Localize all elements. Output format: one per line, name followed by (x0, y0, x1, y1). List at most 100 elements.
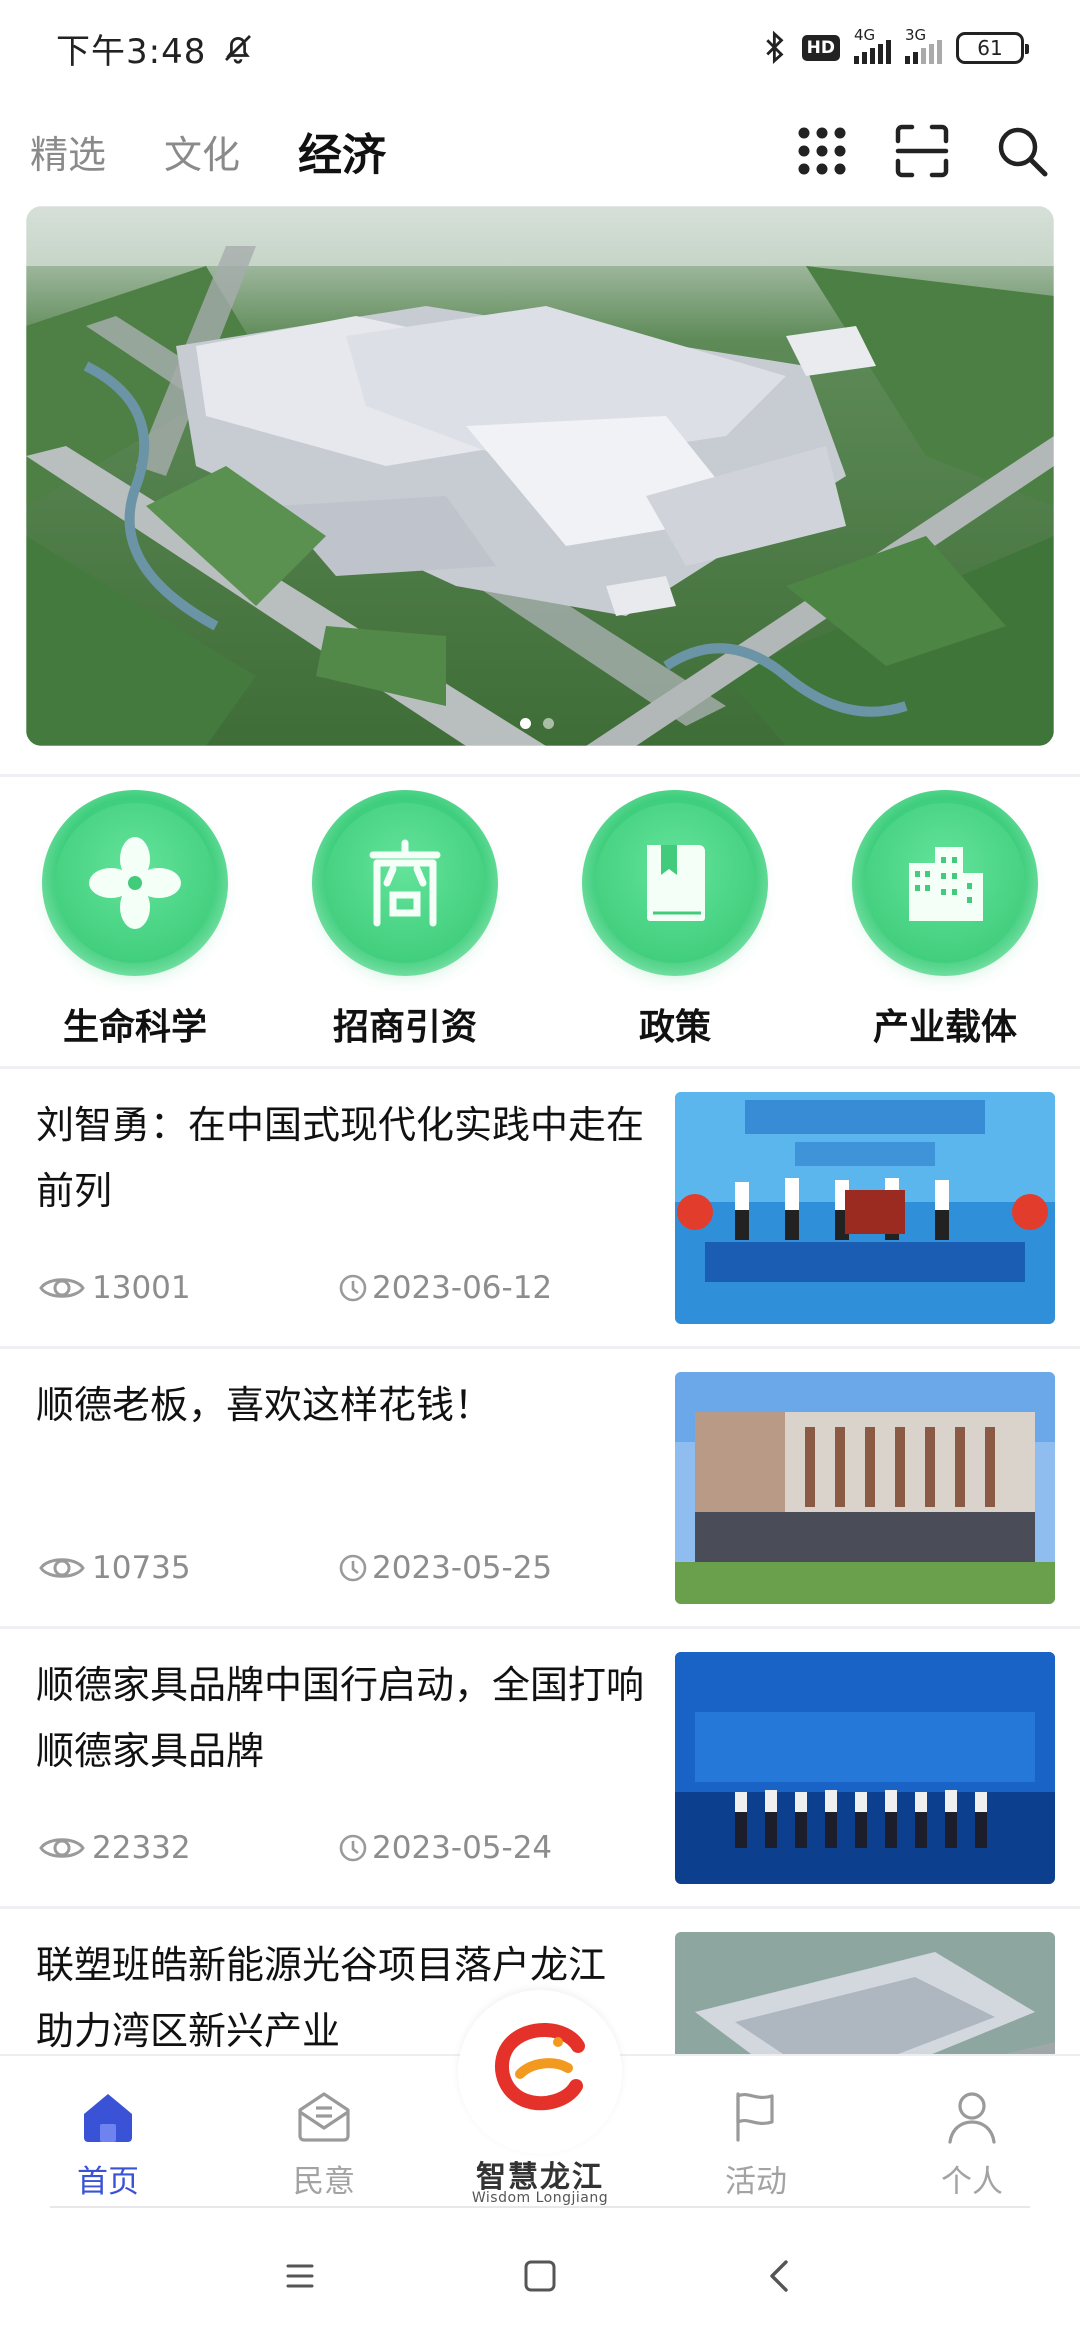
section-divider (0, 1906, 1080, 1909)
news-item[interactable]: 刘智勇：在中国式现代化实践中走在前列 13001 2023-06-12 (0, 1070, 1080, 1346)
carousel-dot[interactable] (520, 718, 531, 729)
news-title: 刘智勇：在中国式现代化实践中走在前列 (36, 1103, 645, 1213)
section-divider (0, 1626, 1080, 1629)
scan-icon[interactable] (894, 123, 950, 179)
category-icon-bg (582, 790, 768, 976)
category-label: 政策 (638, 1007, 711, 1048)
apps-grid-icon[interactable] (794, 123, 850, 179)
category-investment[interactable]: 招商引资 (270, 790, 540, 1062)
eye-icon (39, 1558, 85, 1578)
category-industrial-carrier[interactable]: 产业载体 (810, 790, 1080, 1062)
nav-opinion-label: 民意 (293, 2164, 355, 2200)
flag-icon (736, 2092, 774, 2142)
news-title: 顺德老板，喜欢这样花钱！ (36, 1383, 493, 1427)
carousel-indicators (520, 718, 554, 729)
longjiang-logo-icon (495, 2023, 585, 2111)
nav-profile[interactable]: 个人 (864, 2056, 1080, 2210)
status-bar: 下午3:48 HD 4G 3G 61 (0, 0, 1080, 96)
category-label: 产业载体 (872, 1007, 1017, 1048)
back-chevron-icon (770, 2260, 788, 2292)
system-menu-button[interactable] (180, 2254, 420, 2298)
person-icon (948, 2092, 996, 2144)
home-icon (84, 2094, 132, 2142)
center-brand-subtitle: Wisdom Longjiang (471, 2190, 609, 2206)
category-icon-bg (312, 790, 498, 976)
bottom-nav-divider (50, 2206, 1030, 2208)
banner-image (26, 206, 1054, 746)
publish-date: 2023-05-25 (338, 1550, 552, 1586)
tab-economy[interactable]: 经济 (298, 119, 386, 183)
view-count: 10735 (38, 1550, 338, 1586)
top-nav: 精选 文化 经济 (0, 96, 1080, 206)
hd-badge: HD (801, 35, 840, 61)
view-count-value: 13001 (92, 1270, 191, 1306)
category-label: 生命科学 (62, 1007, 207, 1048)
news-meta: 10735 2023-05-25 (38, 1550, 552, 1586)
bluetooth-icon (765, 30, 784, 65)
section-divider (0, 774, 1080, 777)
system-home-button[interactable] (420, 2254, 660, 2298)
mute-bell-icon (225, 35, 252, 64)
signal-4g-icon: 4G (854, 26, 891, 64)
system-nav-bar (0, 2212, 1080, 2340)
nav-home[interactable]: 首页 (0, 2056, 216, 2210)
status-indicators: HD 4G 3G 61 (762, 26, 1029, 66)
signal-3g-icon: 3G (905, 26, 942, 64)
news-item[interactable]: 顺德家具品牌中国行启动，全国打响顺德家具品牌 22332 2023-05-24 (0, 1630, 1080, 1906)
shang-character-icon (369, 839, 441, 927)
eye-icon (39, 1838, 85, 1858)
battery-icon: 61 (956, 32, 1029, 64)
view-count-value: 10735 (92, 1550, 191, 1586)
category-label: 招商引资 (332, 1007, 477, 1048)
nav-profile-label: 个人 (941, 2164, 1003, 2200)
news-item[interactable]: 顺德老板，喜欢这样花钱！ 10735 2023-05-25 (0, 1350, 1080, 1626)
news-title: 顺德家具品牌中国行启动，全国打响顺德家具品牌 (36, 1663, 645, 1773)
publish-date: 2023-05-24 (338, 1830, 552, 1866)
category-grid: 生命科学 招商引资 政策 产业载体 (0, 790, 1080, 1062)
nav-opinion[interactable]: 民意 (216, 2056, 432, 2210)
news-meta: 13001 2023-06-12 (38, 1270, 552, 1306)
publish-date-value: 2023-05-25 (372, 1550, 553, 1586)
clock-icon (339, 1274, 367, 1302)
network-type-label: 4G (854, 26, 876, 44)
news-thumbnail (675, 1932, 1055, 2054)
section-divider (0, 1346, 1080, 1349)
search-icon[interactable] (994, 123, 1050, 179)
book-icon (647, 845, 705, 921)
news-meta: 22332 2023-05-24 (38, 1830, 552, 1866)
view-count-value: 22332 (92, 1830, 191, 1866)
carousel-dot[interactable] (543, 718, 554, 729)
banner-carousel[interactable] (26, 206, 1054, 746)
category-policy[interactable]: 政策 (540, 790, 810, 1062)
news-thumbnail (675, 1372, 1055, 1604)
status-time: 下午3:48 (56, 31, 207, 72)
system-back-button[interactable] (660, 2254, 900, 2298)
pinwheel-icon (89, 837, 181, 929)
tab-culture[interactable]: 文化 (164, 124, 240, 179)
category-icon-bg (852, 790, 1038, 976)
publish-date-value: 2023-05-24 (372, 1830, 553, 1866)
menu-icon (286, 2264, 314, 2288)
section-divider (0, 1066, 1080, 1069)
news-thumbnail (675, 1652, 1055, 1884)
eye-icon (39, 1278, 85, 1298)
publish-date-value: 2023-06-12 (372, 1270, 553, 1306)
top-actions (794, 123, 1050, 179)
publish-date: 2023-06-12 (338, 1270, 552, 1306)
nav-activities-label: 活动 (725, 2164, 787, 2200)
nav-home-label: 首页 (77, 2164, 139, 2200)
square-icon (524, 2260, 556, 2292)
buildings-icon (909, 847, 983, 921)
mail-icon (298, 2092, 350, 2142)
view-count: 13001 (38, 1270, 338, 1306)
tab-featured[interactable]: 精选 (30, 124, 106, 179)
clock-icon (339, 1554, 367, 1582)
battery-level: 61 (977, 36, 1003, 60)
news-thumbnail (675, 1092, 1055, 1324)
nav-activities[interactable]: 活动 (648, 2056, 864, 2210)
category-icon-bg (42, 790, 228, 976)
clock-icon (339, 1834, 367, 1862)
center-app-logo[interactable] (458, 1990, 622, 2154)
category-life-science[interactable]: 生命科学 (0, 790, 270, 1062)
view-count: 22332 (38, 1830, 338, 1866)
